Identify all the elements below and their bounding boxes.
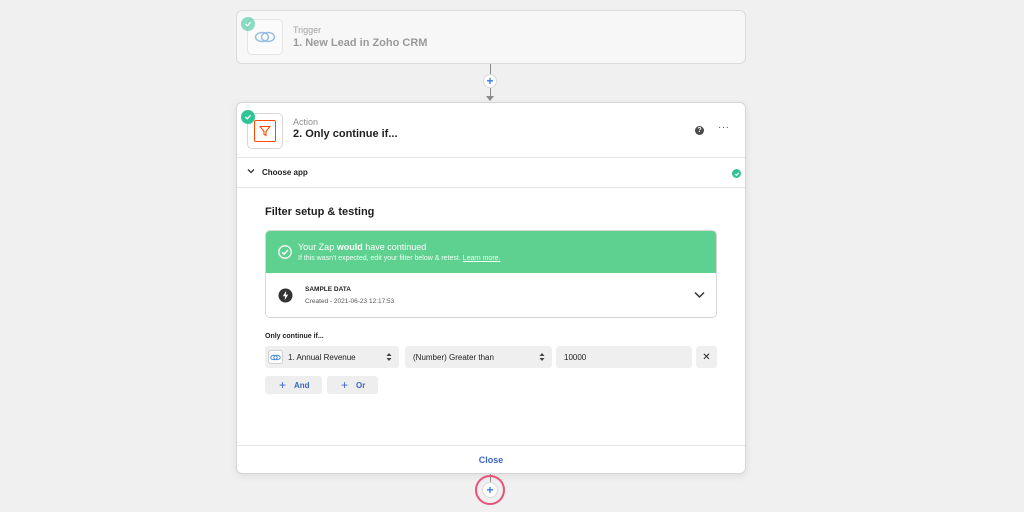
step-kind-label: Action [293, 117, 319, 127]
arrow-down-icon [486, 96, 494, 101]
banner-subtext: If this wasn't expected, edit your filte… [298, 255, 501, 262]
sample-data-created: Created - 2021-06-23 12:17:53 [305, 298, 395, 305]
or-label: Or [356, 381, 366, 390]
sample-data-row[interactable]: SAMPLE DATA Created - 2021-06-23 12:17:5… [266, 273, 716, 317]
add-step-button[interactable]: + [483, 74, 497, 88]
field-select[interactable]: 1. Annual Revenue [265, 346, 399, 368]
test-result-box: Your Zap would have continued If this wa… [265, 230, 717, 318]
check-icon [241, 17, 255, 31]
action-step-card: Action 2. Only continue if... ? ··· Choo… [236, 102, 746, 474]
zoho-crm-icon [254, 31, 276, 43]
condition-label: Only continue if... [265, 333, 324, 340]
add-or-condition-button[interactable]: + Or [327, 376, 378, 394]
add-and-condition-button[interactable]: + And [265, 376, 322, 394]
check-icon [732, 169, 741, 178]
sample-data-title: SAMPLE DATA [305, 286, 351, 293]
operator-select-value: (Number) Greater than [413, 352, 494, 362]
more-options-icon[interactable]: ··· [718, 122, 730, 133]
check-icon [241, 110, 255, 124]
zoho-crm-icon [268, 350, 283, 364]
check-circle-icon [278, 245, 292, 259]
chevron-down-icon[interactable] [694, 291, 705, 299]
trigger-step-card[interactable]: Trigger 1. New Lead in Zoho CRM [236, 10, 746, 64]
value-input[interactable]: 10000 [556, 346, 692, 368]
sort-arrows-icon [386, 353, 392, 361]
and-label: And [294, 381, 310, 390]
value-input-text: 10000 [564, 352, 587, 362]
connector-line [490, 64, 491, 74]
panel-title: Filter setup & testing [265, 206, 375, 218]
learn-more-link[interactable]: Learn more. [463, 255, 501, 262]
banner-message: Your Zap would have continued [298, 242, 427, 252]
bolt-icon [278, 288, 293, 303]
chevron-down-icon [247, 169, 255, 174]
close-button[interactable]: Close [479, 455, 504, 465]
close-row: Close [237, 445, 745, 473]
choose-app-label: Choose app [262, 168, 308, 177]
step-title: 1. New Lead in Zoho CRM [293, 37, 428, 49]
close-icon: ✕ [702, 351, 711, 363]
plus-icon: + [486, 483, 494, 497]
sort-arrows-icon [539, 353, 545, 361]
choose-app-section-header[interactable]: Choose app [237, 157, 745, 188]
add-step-button[interactable]: + [482, 482, 498, 498]
plus-icon: + [279, 378, 287, 392]
success-banner: Your Zap would have continued If this wa… [266, 231, 716, 273]
help-icon[interactable]: ? [695, 126, 704, 135]
filter-icon [254, 120, 276, 142]
plus-icon: + [341, 378, 349, 392]
remove-condition-button[interactable]: ✕ [696, 346, 717, 368]
plus-icon: + [486, 74, 494, 88]
step-kind-label: Trigger [293, 25, 322, 35]
field-select-value: 1. Annual Revenue [288, 352, 356, 362]
step-title: 2. Only continue if... [293, 128, 398, 140]
operator-select[interactable]: (Number) Greater than [405, 346, 552, 368]
